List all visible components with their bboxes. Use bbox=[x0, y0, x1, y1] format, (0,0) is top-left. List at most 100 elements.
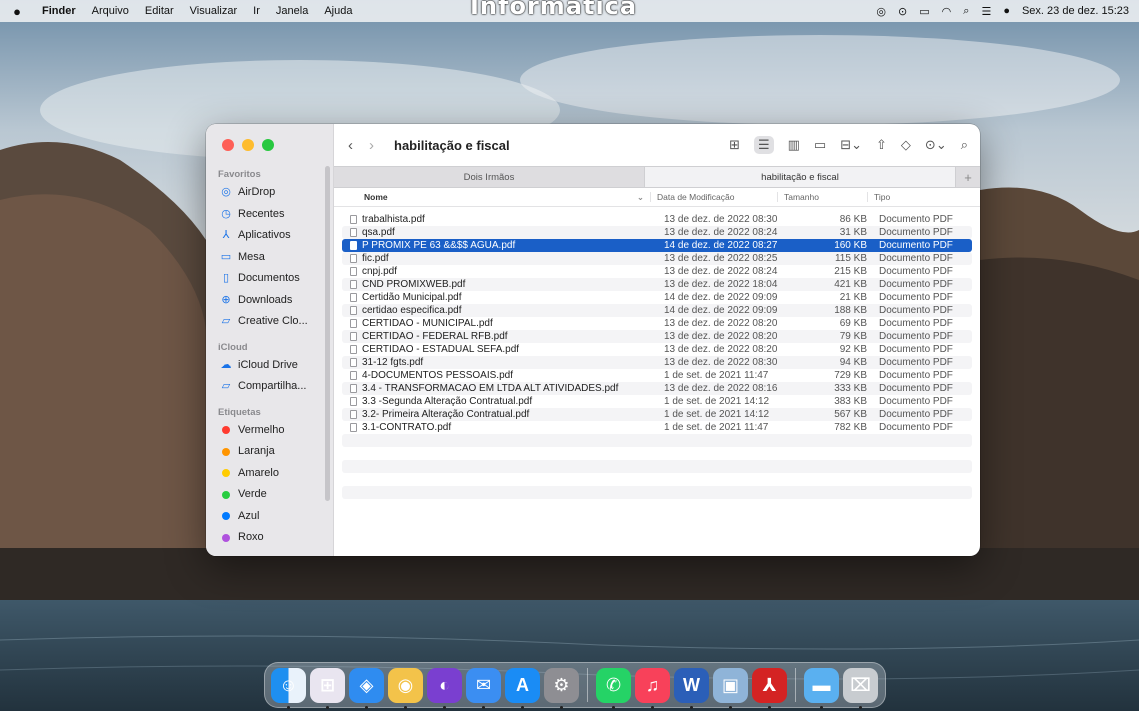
table-row[interactable]: CERTIDAO - FEDERAL RFB.pdf 13 de dez. de … bbox=[342, 330, 972, 343]
acrobat-icon[interactable]: ⅄ bbox=[752, 667, 787, 709]
column-size-header[interactable]: Tamanho bbox=[777, 192, 867, 202]
firefox-icon[interactable]: ◐ bbox=[427, 667, 462, 709]
running-indicator bbox=[560, 705, 563, 709]
sidebar-item-documentos[interactable]: ▯ Documentos bbox=[206, 268, 333, 290]
icon-view-icon[interactable]: ⊞ bbox=[729, 137, 740, 153]
table-row[interactable]: CND PROMIXWEB.pdf 13 de dez. de 2022 18:0… bbox=[342, 278, 972, 291]
file-kind: Documento PDF bbox=[879, 357, 953, 368]
tab-habilitacao-e-fiscal[interactable]: habilitação e fiscal bbox=[645, 167, 956, 187]
sidebar-item-amarelo[interactable]: Amarelo bbox=[206, 463, 333, 485]
downloads-folder-icon[interactable]: ▬ bbox=[804, 667, 839, 709]
tab-dois-irmaos[interactable]: Dois Irmãos bbox=[334, 167, 645, 187]
sidebar-item-airdrop[interactable]: ◎ AirDrop bbox=[206, 182, 333, 204]
list-view-icon[interactable]: ☰ bbox=[753, 136, 774, 154]
preview-icon[interactable]: ▣ bbox=[713, 667, 748, 709]
control-center-icon[interactable]: ☰ bbox=[981, 5, 991, 18]
menu-janela[interactable]: Janela bbox=[268, 5, 316, 17]
close-window-button[interactable] bbox=[222, 139, 234, 151]
table-row[interactable]: certidao especifica.pdf 14 de dez. de 202… bbox=[342, 304, 972, 317]
sidebar-item-verde[interactable]: Verde bbox=[206, 484, 333, 506]
tag-color-dot-icon bbox=[222, 533, 230, 542]
music-icon[interactable]: ♫ bbox=[635, 667, 670, 709]
creative-cloud-icon[interactable]: ◎ bbox=[876, 5, 886, 18]
system-preferences-icon[interactable]: ⚙ bbox=[544, 667, 579, 709]
sidebar-scrollbar[interactable] bbox=[325, 166, 330, 501]
table-row[interactable]: P PROMIX PE 63 &&$$ AGUA.pdf 14 de dez. d… bbox=[342, 239, 972, 252]
app-store-icon[interactable]: A bbox=[505, 667, 540, 709]
sidebar-item-creative-clo[interactable]: ▱ Creative Clo... bbox=[206, 311, 333, 333]
spotlight-search-icon[interactable]: ⌕ bbox=[963, 5, 969, 18]
menu-visualizar[interactable]: Visualizar bbox=[182, 5, 246, 17]
table-row[interactable]: fic.pdf 13 de dez. de 2022 08:25 115 KB Doc… bbox=[342, 252, 972, 265]
empty-list-row bbox=[342, 499, 972, 512]
download-icon: ⊕ bbox=[221, 293, 231, 306]
back-button[interactable]: ‹ bbox=[348, 137, 353, 154]
apple-menu-icon[interactable]: ● bbox=[0, 4, 34, 19]
sidebar-item-azul[interactable]: Azul bbox=[206, 506, 333, 528]
sidebar-item-compartilha[interactable]: ▱ Compartilha... bbox=[206, 376, 333, 398]
menu-clock[interactable]: Sex. 23 de dez. 15:23 bbox=[1022, 5, 1129, 17]
table-row[interactable]: Certidão Municipal.pdf 14 de dez. de 2022… bbox=[342, 291, 972, 304]
menu-arquivo[interactable]: Arquivo bbox=[84, 5, 137, 17]
sidebar-item-laranja[interactable]: Laranja bbox=[206, 441, 333, 463]
menu-editar[interactable]: Editar bbox=[137, 5, 182, 17]
sidebar-item-roxo[interactable]: Roxo bbox=[206, 527, 333, 549]
table-row[interactable]: 3.1-CONTRATO.pdf 1 de set. de 2021 11:47 7… bbox=[342, 421, 972, 434]
zoom-window-button[interactable] bbox=[262, 139, 274, 151]
whatsapp-icon[interactable]: ✆ bbox=[596, 667, 631, 709]
file-kind: Documento PDF bbox=[879, 305, 953, 316]
table-row[interactable]: qsa.pdf 13 de dez. de 2022 08:24 31 KB Docu… bbox=[342, 226, 972, 239]
sidebar-item-downloads[interactable]: ⊕ Downloads bbox=[206, 290, 333, 312]
table-row[interactable]: 3.3 -Segunda Alteração Contratual.pdf 1 d… bbox=[342, 395, 972, 408]
file-size: 79 KB bbox=[839, 331, 867, 342]
launchpad-icon[interactable]: ⊞ bbox=[310, 667, 345, 709]
file-name: trabalhista.pdf bbox=[362, 214, 425, 225]
tag-color-dot-icon bbox=[222, 447, 230, 456]
menu-app-finder[interactable]: Finder bbox=[34, 5, 84, 17]
wifi-icon[interactable]: ◠ bbox=[942, 5, 952, 18]
column-date-header[interactable]: Data de Modificação bbox=[650, 192, 777, 202]
pdf-file-icon bbox=[350, 228, 357, 237]
file-name-cell: trabalhista.pdf bbox=[342, 214, 658, 225]
sidebar-item-vermelho[interactable]: Vermelho bbox=[206, 420, 333, 442]
battery-icon[interactable]: ▭ bbox=[919, 5, 929, 18]
sidebar-item-icloud-drive[interactable]: ☁ iCloud Drive bbox=[206, 355, 333, 377]
sidebar-item-mesa[interactable]: ▭ Mesa bbox=[206, 247, 333, 269]
table-row[interactable]: cnpj.pdf 13 de dez. de 2022 08:24 215 KB Do… bbox=[342, 265, 972, 278]
share-icon[interactable]: ⇧ bbox=[876, 137, 887, 153]
file-name-cell: 31-12 fgts.pdf bbox=[342, 357, 658, 368]
group-by-icon[interactable]: ⊟⌄ bbox=[840, 137, 862, 153]
gallery-view-icon[interactable]: ▭ bbox=[814, 137, 826, 153]
more-actions-icon[interactable]: ⊙⌄ bbox=[925, 137, 947, 153]
chrome-icon[interactable]: ◉ bbox=[388, 667, 423, 709]
minimize-window-button[interactable] bbox=[242, 139, 254, 151]
file-kind: Documento PDF bbox=[879, 266, 953, 277]
table-row[interactable]: 3.4 - TRANSFORMACAO EM LTDA ALT ATIVIDAD… bbox=[342, 382, 972, 395]
table-row[interactable]: CERTIDAO - ESTADUAL SEFA.pdf 13 de dez. d… bbox=[342, 343, 972, 356]
column-name-header[interactable]: Nome ⌄ bbox=[334, 192, 650, 202]
sidebar-item-aplicativos[interactable]: ⅄ Aplicativos bbox=[206, 225, 333, 247]
table-row[interactable]: 4-DOCUMENTOS PESSOAIS.pdf 1 de set. de 20… bbox=[342, 369, 972, 382]
tab-bar: Dois Irmãos habilitação e fiscal + bbox=[334, 166, 980, 188]
new-tab-button[interactable]: + bbox=[956, 167, 980, 187]
menu-ir[interactable]: Ir bbox=[245, 5, 268, 17]
word-icon[interactable]: W bbox=[674, 667, 709, 709]
column-kind-header[interactable]: Tipo bbox=[867, 192, 980, 202]
forward-button[interactable]: › bbox=[369, 137, 374, 154]
sidebar-item-recentes[interactable]: ◷ Recentes bbox=[206, 204, 333, 226]
trash-icon[interactable]: ⌧ bbox=[843, 667, 878, 709]
table-row[interactable]: trabalhista.pdf 13 de dez. de 2022 08:30 8… bbox=[342, 213, 972, 226]
table-row[interactable]: 31-12 fgts.pdf 13 de dez. de 2022 08:30 94… bbox=[342, 356, 972, 369]
finder-icon[interactable]: ☺ bbox=[271, 667, 306, 709]
menu-ajuda[interactable]: Ajuda bbox=[316, 5, 360, 17]
search-icon[interactable]: ⌕ bbox=[961, 137, 968, 153]
status-area: ◎ ⊙ ▭ ◠ ⌕ ☰ ● Sex. 23 de dez. 15:23 bbox=[876, 0, 1129, 22]
tag-icon[interactable]: ◇ bbox=[901, 137, 911, 153]
mail-icon[interactable]: ✉ bbox=[466, 667, 501, 709]
table-row[interactable]: 3.2- Primeira Alteração Contratual.pdf 1 … bbox=[342, 408, 972, 421]
media-play-icon[interactable]: ⊙ bbox=[898, 5, 907, 18]
safari-icon[interactable]: ◈ bbox=[349, 667, 384, 709]
column-view-icon[interactable]: ▥ bbox=[788, 137, 800, 153]
siri-icon[interactable]: ● bbox=[1003, 5, 1010, 17]
table-row[interactable]: CERTIDAO - MUNICIPAL.pdf 13 de dez. de 20… bbox=[342, 317, 972, 330]
